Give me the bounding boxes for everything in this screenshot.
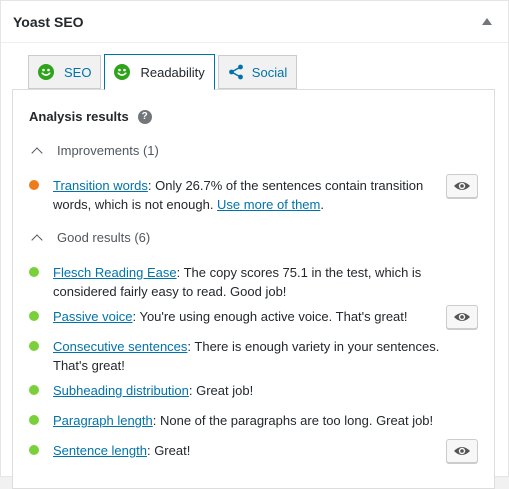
item-text: Sentence length: Great! [53, 443, 191, 458]
item-text: Consecutive sentences: There is enough v… [53, 339, 440, 373]
subheading-distribution-link[interactable]: Subheading distribution [53, 383, 189, 398]
good-results-heading: Good results (6) [57, 230, 151, 245]
list-item: Consecutive sentences: There is enough v… [29, 337, 449, 375]
paragraph-length-link[interactable]: Paragraph length [53, 413, 153, 428]
share-icon [228, 64, 243, 80]
list-item: Flesch Reading Ease: The copy scores 75.… [29, 263, 449, 301]
status-bullet-green [29, 341, 39, 351]
tab-social-label: Social [251, 64, 288, 80]
status-bullet-green [29, 311, 39, 321]
improvements-heading: Improvements (1) [57, 143, 159, 158]
mark-sentence-length-button[interactable] [446, 439, 478, 463]
collapse-arrow-icon[interactable] [482, 18, 492, 25]
passive-voice-link[interactable]: Passive voice [53, 309, 132, 324]
chevron-up-icon [31, 233, 43, 246]
chevron-up-icon [31, 146, 43, 159]
analysis-results-title: Analysis results [29, 109, 129, 124]
item-text: Transition words: Only 26.7% of the sent… [53, 178, 424, 212]
eye-icon [454, 447, 470, 455]
item-text: Paragraph length: None of the paragraphs… [53, 413, 434, 428]
status-bullet-green [29, 267, 39, 277]
mark-transition-words-button[interactable] [446, 174, 478, 198]
status-bullet-green [29, 415, 39, 425]
analysis-tabs: SEO Readability Social [28, 54, 298, 90]
status-bullet-green [29, 385, 39, 395]
improvements-toggle[interactable]: Improvements (1) [29, 143, 159, 159]
item-text: Subheading distribution: Great job! [53, 383, 254, 398]
analysis-results-heading: Analysis results ? [29, 109, 152, 124]
mark-passive-voice-button[interactable] [446, 305, 478, 329]
list-item: Subheading distribution: Great job! [29, 381, 449, 400]
metabox-title: Yoast SEO [13, 13, 84, 30]
eye-icon [454, 313, 470, 321]
metabox-header[interactable]: Yoast SEO [1, 1, 508, 43]
list-item: Transition words: Only 26.7% of the sent… [29, 176, 449, 214]
tab-readability-label: Readability [140, 64, 205, 80]
status-bullet-green [29, 445, 39, 455]
consecutive-sentences-link[interactable]: Consecutive sentences [53, 339, 187, 354]
sentence-length-link[interactable]: Sentence length [53, 443, 147, 458]
tab-social[interactable]: Social [217, 55, 298, 89]
status-bullet-orange [29, 180, 39, 190]
tab-seo[interactable]: SEO [28, 55, 102, 89]
good-results-toggle[interactable]: Good results (6) [29, 230, 151, 246]
tab-readability[interactable]: Readability [104, 54, 215, 90]
eye-icon [454, 182, 470, 190]
tab-seo-label: SEO [64, 64, 92, 80]
item-text: Flesch Reading Ease: The copy scores 75.… [53, 265, 422, 299]
list-item: Sentence length: Great! [29, 441, 449, 460]
transition-words-link[interactable]: Transition words [53, 178, 148, 193]
smiley-icon [38, 64, 54, 80]
smiley-icon [114, 64, 131, 80]
help-icon[interactable]: ? [137, 109, 152, 124]
use-more-link[interactable]: Use more of them [217, 197, 320, 212]
list-item: Paragraph length: None of the paragraphs… [29, 411, 449, 430]
list-item: Passive voice: You're using enough activ… [29, 307, 449, 326]
flesch-reading-ease-link[interactable]: Flesch Reading Ease [53, 265, 177, 280]
item-text: Passive voice: You're using enough activ… [53, 309, 408, 324]
